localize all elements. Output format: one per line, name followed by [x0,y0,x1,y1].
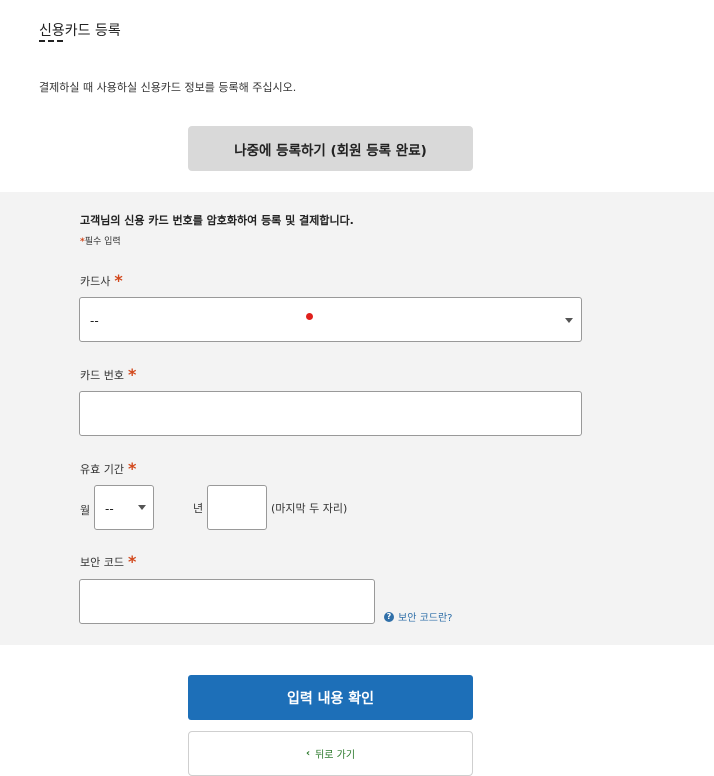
cursor-dot [306,313,313,320]
year-hint: (마지막 두 자리) [271,502,348,515]
card-company-label: 카드사 * [80,270,123,290]
security-code-input[interactable] [79,579,375,624]
chevron-left-icon: ‹ [305,748,311,759]
title-underline [39,40,63,42]
year-label: 년 [193,502,204,515]
required-legend: *필수 입력 [80,234,121,247]
security-code-label: 보안 코드 * [80,551,137,571]
expiry-month-select[interactable]: -- [94,485,154,530]
card-company-selected: -- [90,314,99,328]
card-company-select[interactable]: -- [79,297,582,342]
card-company-label-text: 카드사 [80,275,111,288]
expiry-month-selected: -- [105,502,114,516]
dropdown-arrow-icon [565,318,573,323]
security-code-help-text: 보안 코드란? [398,613,453,624]
required-star: * [127,459,137,478]
security-code-help-link[interactable]: ? 보안 코드란? [384,609,453,624]
security-code-label-text: 보안 코드 [80,556,124,569]
required-star: * [127,552,137,571]
expiry-label-text: 유효 기간 [80,463,124,476]
required-star: * [114,271,123,290]
expiry-year-input[interactable] [207,485,267,530]
required-legend-text: 필수 입력 [84,237,121,247]
intro-text: 결제하실 때 사용하실 신용카드 정보를 등록해 주십시오. [39,81,297,94]
dropdown-arrow-icon [138,505,146,510]
back-button[interactable]: ‹ 뒤로 가기 [188,731,473,776]
encryption-notice: 고객님의 신용 카드 번호를 암호화하여 등록 및 결제합니다. [80,214,354,227]
card-number-label-text: 카드 번호 [80,369,124,382]
card-number-input[interactable] [79,391,582,436]
expiry-label: 유효 기간 * [80,458,137,478]
question-icon: ? [384,611,394,622]
page-title: 신용카드 등록 [39,23,121,39]
register-later-button[interactable]: 나중에 등록하기 (회원 등록 완료) [188,126,473,171]
card-number-label: 카드 번호 * [80,364,137,384]
confirm-input-button[interactable]: 입력 내용 확인 [188,675,473,720]
required-star: * [127,365,137,384]
month-label: 월 [80,504,91,517]
back-button-label: 뒤로 가기 [315,750,356,761]
